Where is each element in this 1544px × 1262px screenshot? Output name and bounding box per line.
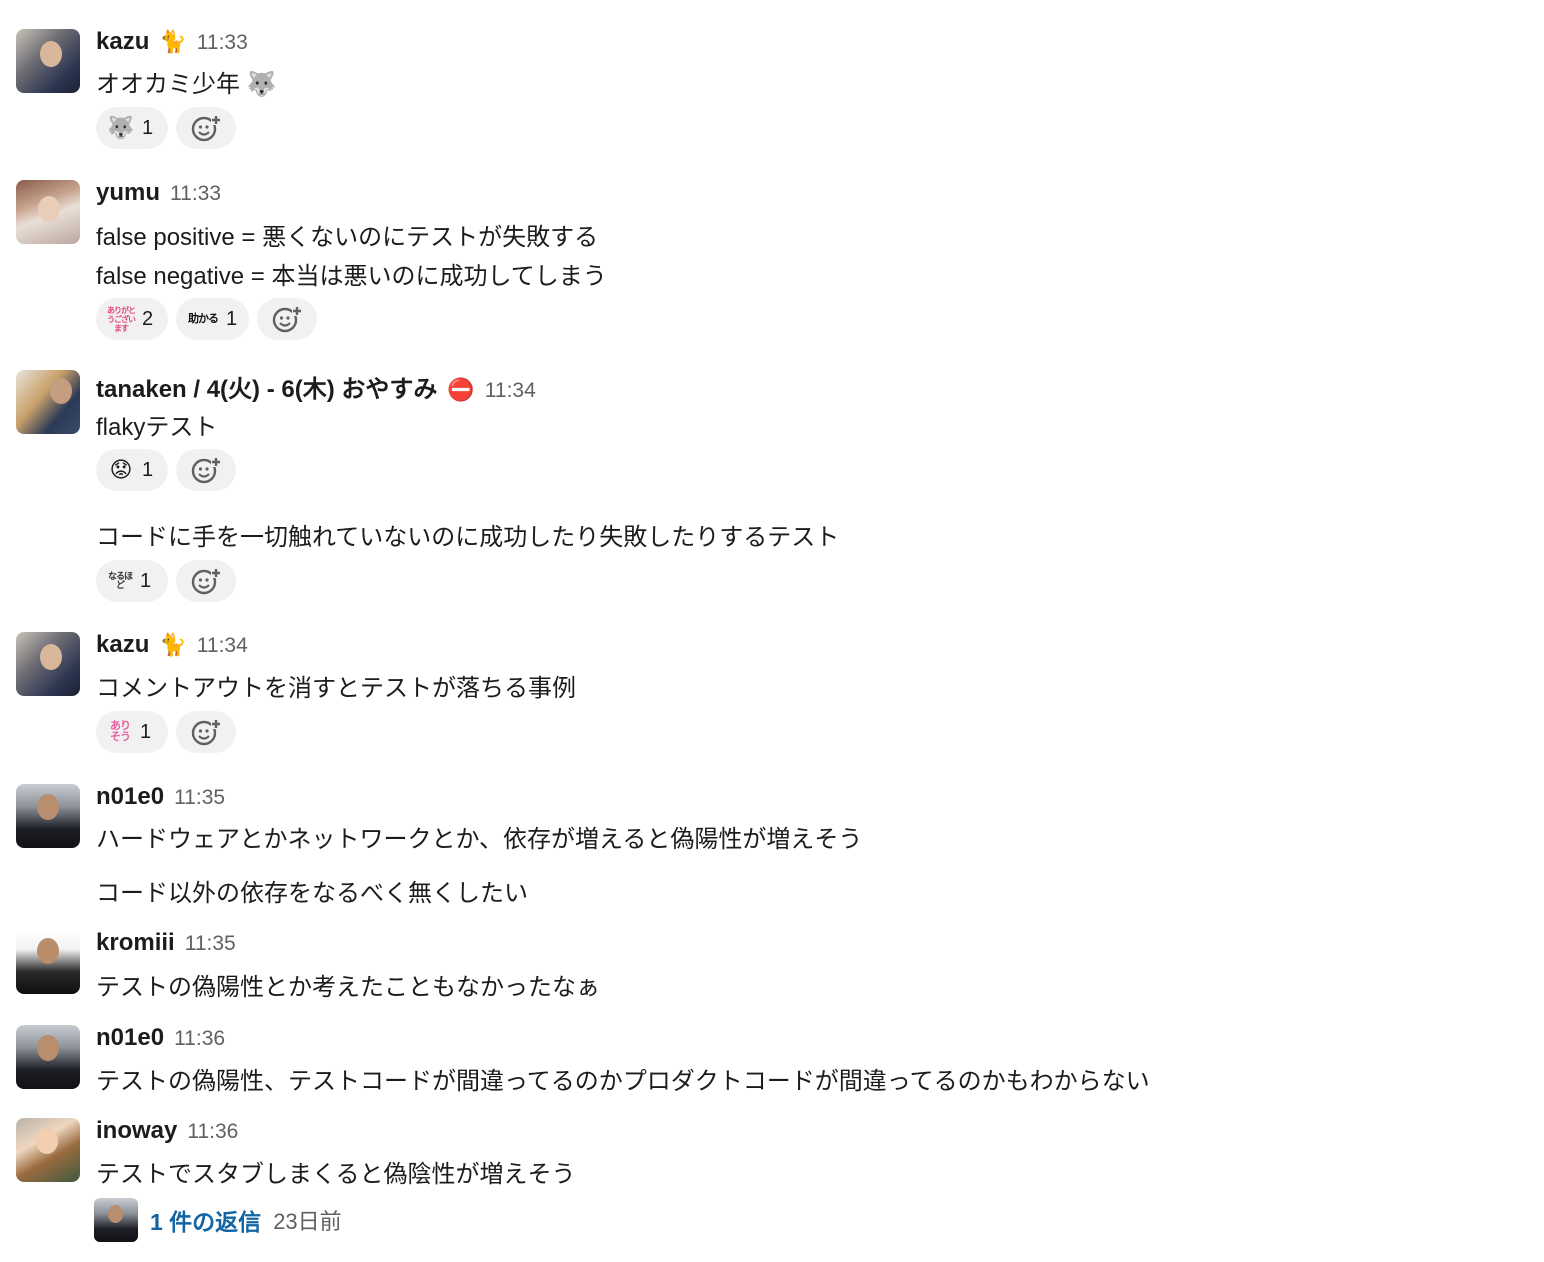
- author-name[interactable]: kromiii: [96, 929, 175, 957]
- wolf-icon: 🐺: [107, 115, 135, 140]
- message-text: オオカミ少年 🐺: [96, 71, 277, 98]
- avatar[interactable]: [16, 1025, 80, 1089]
- add-reaction-button[interactable]: [176, 449, 236, 491]
- add-reaction-button[interactable]: [176, 711, 236, 753]
- timestamp[interactable]: 11:33: [170, 182, 221, 206]
- timestamp[interactable]: 11:33: [197, 31, 248, 55]
- reaction-naruhodo[interactable]: なるほど 1: [96, 560, 168, 602]
- reaction-bar: ありそう 1: [96, 711, 236, 753]
- avatar[interactable]: [16, 784, 80, 848]
- reaction-tasukaru[interactable]: 助かる 1: [176, 298, 250, 340]
- thread-replies[interactable]: 1 件の返信 23日前: [94, 1198, 342, 1242]
- arigatou-stamp-icon: ありがとうございます: [107, 305, 136, 333]
- reaction-worried[interactable]: 😟 1: [96, 449, 168, 491]
- message-text: テストの偽陽性とか考えたこともなかったなぁ: [96, 974, 600, 1001]
- avatar[interactable]: [16, 370, 80, 434]
- reaction-bar: 🐺 1: [96, 107, 236, 149]
- reaction-bar: 😟 1: [96, 449, 236, 491]
- author-name[interactable]: tanaken / 4(火) - 6(木) おやすみ: [96, 369, 437, 404]
- add-reaction-button[interactable]: [176, 107, 236, 149]
- reaction-bar: なるほど 1: [96, 560, 236, 602]
- reply-age: 23日前: [273, 1209, 342, 1234]
- author-name[interactable]: n01e0: [96, 1024, 164, 1052]
- reaction-arisou[interactable]: ありそう 1: [96, 711, 168, 753]
- message-text: テストでスタブしまくると偽陰性が増えそう: [96, 1161, 576, 1188]
- timestamp[interactable]: 11:36: [174, 1027, 225, 1051]
- no-entry-icon: ⛔: [447, 377, 475, 402]
- message-text: ハードウェアとかネットワークとか、依存が増えると偽陽性が増えそう: [96, 826, 863, 853]
- reaction-count: 1: [140, 569, 152, 592]
- reaction-count: 1: [140, 720, 152, 743]
- naruhodo-stamp-icon: なるほど: [107, 571, 133, 590]
- arisou-stamp-icon: ありそう: [110, 720, 131, 743]
- add-reaction-icon: [272, 306, 303, 333]
- avatar[interactable]: [16, 29, 80, 93]
- reaction-count: 2: [142, 307, 154, 330]
- author-name[interactable]: kazu: [96, 631, 149, 659]
- reaction-count: 1: [142, 458, 154, 481]
- reply-avatar: [94, 1198, 138, 1242]
- author-name[interactable]: n01e0: [96, 783, 164, 811]
- reaction-bar: ありがとうございます 2 助かる 1: [96, 298, 318, 340]
- message-text: flakyテスト: [96, 414, 218, 441]
- message-text: コメントアウトを消すとテストが落ちる事例: [96, 675, 576, 702]
- author-name[interactable]: kazu: [96, 28, 149, 56]
- tasukaru-stamp-icon: 助かる: [188, 312, 219, 325]
- add-reaction-icon: [191, 457, 221, 484]
- reaction-count: 1: [226, 307, 238, 330]
- timestamp[interactable]: 11:35: [174, 786, 225, 810]
- avatar[interactable]: [16, 632, 80, 696]
- avatar[interactable]: [16, 180, 80, 244]
- add-reaction-button[interactable]: [176, 560, 236, 602]
- worried-face-icon: 😟: [109, 457, 133, 482]
- message-text: テストの偽陽性、テストコードが間違ってるのかプロダクトコードが間違ってるのかもわ…: [96, 1068, 1150, 1095]
- add-reaction-icon: [191, 568, 221, 595]
- avatar[interactable]: [16, 930, 80, 994]
- message-text: false negative = 本当は悪いのに成功してしまう: [96, 263, 607, 290]
- reaction-arigatou[interactable]: ありがとうございます 2: [96, 298, 168, 340]
- message-text: コード以外の依存をなるべく無くしたい: [96, 880, 528, 907]
- timestamp[interactable]: 11:35: [185, 932, 236, 956]
- reaction-wolf[interactable]: 🐺 1: [96, 107, 168, 149]
- add-reaction-icon: [191, 719, 221, 746]
- author-name[interactable]: yumu: [96, 179, 160, 207]
- timestamp[interactable]: 11:36: [187, 1120, 238, 1144]
- cat-icon: 🐈: [159, 632, 187, 657]
- avatar[interactable]: [16, 1118, 80, 1182]
- reply-count-link[interactable]: 1 件の返信: [150, 1203, 261, 1237]
- add-reaction-button[interactable]: [257, 298, 318, 340]
- cat-icon: 🐈: [159, 29, 187, 54]
- reaction-count: 1: [142, 116, 154, 139]
- message-text: false positive = 悪くないのにテストが失敗する: [96, 224, 599, 251]
- timestamp[interactable]: 11:34: [485, 379, 536, 403]
- add-reaction-icon: [191, 115, 221, 142]
- message-text: コードに手を一切触れていないのに成功したり失敗したりするテスト: [96, 524, 840, 551]
- timestamp[interactable]: 11:34: [197, 634, 248, 658]
- author-name[interactable]: inoway: [96, 1117, 177, 1145]
